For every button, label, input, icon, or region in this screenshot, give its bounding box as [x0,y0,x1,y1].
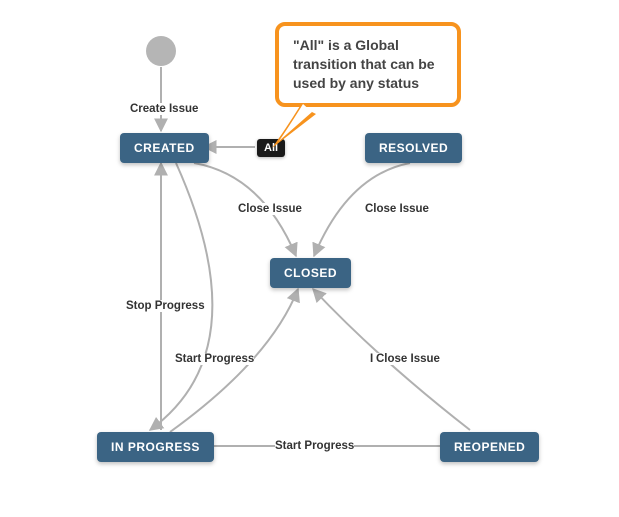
status-closed[interactable]: CLOSED [270,258,351,288]
edge-label-close-issue-lower: Close Issue [376,353,440,365]
edge-label-close-issue-left: Close Issue [238,203,302,215]
callout-text: "All" is a Global transition that can be… [293,37,435,91]
status-resolved[interactable]: RESOLVED [365,133,462,163]
status-reopened[interactable]: REOPENED [440,432,539,462]
start-node [146,36,176,66]
status-in-progress[interactable]: IN PROGRESS [97,432,214,462]
edge-label-close-issue-right: Close Issue [365,203,429,215]
status-created[interactable]: CREATED [120,133,209,163]
edge-label-stop-progress: Stop Progress [126,300,205,312]
global-transition-all[interactable]: All [257,139,285,157]
workflow-diagram: Create Issue CREATED RESOLVED CLOSED IN … [0,0,619,517]
callout-bubble: "All" is a Global transition that can be… [275,22,461,107]
edge-label-start-progress-left: Start Progress [175,353,254,365]
edge-label-create-issue: Create Issue [130,103,198,115]
edge-label-start-progress-bottom: Start Progress [275,440,354,452]
edge-label-resolve-divider: I [370,353,373,365]
